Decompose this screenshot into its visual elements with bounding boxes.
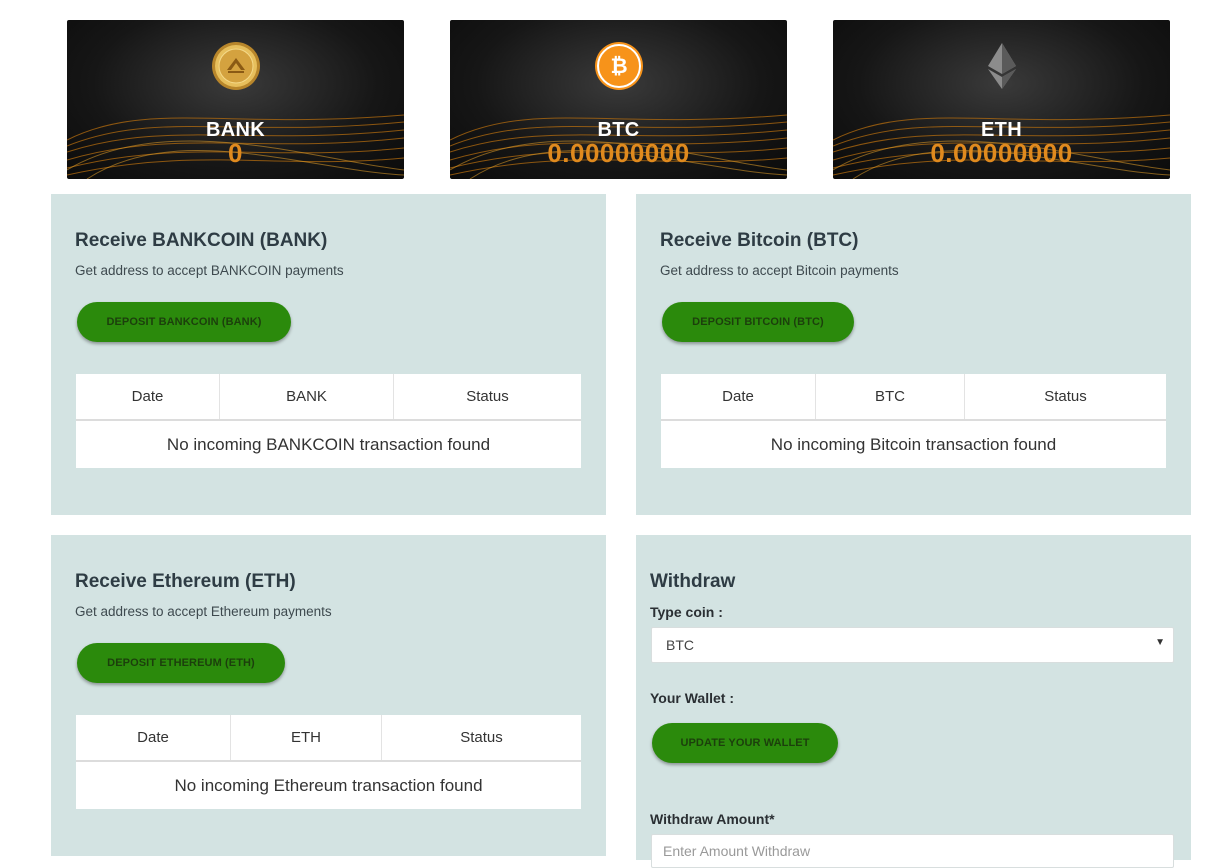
type-coin-label: Type coin : bbox=[650, 604, 723, 620]
deposit-btc-button[interactable]: DEPOSIT BITCOIN (BTC) bbox=[662, 302, 854, 342]
bitcoin-icon: ₿ bbox=[594, 42, 643, 90]
withdraw-amount-input[interactable]: Enter Amount Withdraw bbox=[651, 834, 1174, 868]
empty-state-message: No incoming Bitcoin transaction found bbox=[770, 434, 1057, 454]
table-header-row: Date BANK Status bbox=[76, 374, 581, 421]
column-header-amount: BANK bbox=[219, 374, 394, 421]
btc-transactions-table: Date BTC Status No incoming Bitcoin tran… bbox=[661, 374, 1166, 468]
empty-state-message: No incoming BANKCOIN transaction found bbox=[166, 434, 491, 454]
column-header-amount: BTC bbox=[815, 374, 965, 421]
ethereum-icon bbox=[987, 43, 1016, 89]
column-header-status: Status bbox=[964, 374, 1166, 421]
eth-balance-amount: 0.00000000 bbox=[930, 138, 1073, 168]
btc-balance-amount: 0.00000000 bbox=[547, 138, 690, 168]
column-header-date: Date bbox=[661, 374, 816, 421]
bank-transactions-table: Date BANK Status No incoming BANKCOIN tr… bbox=[76, 374, 581, 468]
table-row: No incoming BANKCOIN transaction found bbox=[76, 420, 581, 468]
column-header-status: Status bbox=[381, 715, 581, 762]
bankcoin-icon bbox=[211, 42, 260, 90]
coin-type-select[interactable]: BTC ▼ bbox=[651, 627, 1174, 663]
eth-balance-card: ETH 0.00000000 bbox=[833, 20, 1170, 179]
empty-state-message: No incoming Ethereum transaction found bbox=[174, 775, 483, 795]
receive-bank-title: Receive BANKCOIN (BANK) bbox=[75, 230, 328, 251]
dropdown-arrow-icon: ▼ bbox=[1155, 637, 1165, 648]
coin-type-selected-value: BTC bbox=[666, 637, 694, 653]
receive-eth-subtitle: Get address to accept Ethereum payments bbox=[75, 604, 332, 619]
withdraw-amount-placeholder: Enter Amount Withdraw bbox=[663, 843, 811, 859]
receive-eth-panel: Receive Ethereum (ETH) Get address to ac… bbox=[51, 535, 606, 856]
deposit-bank-button[interactable]: DEPOSIT BANKCOIN (BANK) bbox=[77, 302, 291, 342]
btc-balance-card: ₿ BTC 0.00000000 bbox=[450, 20, 787, 179]
bank-balance-amount: 0 bbox=[228, 138, 243, 168]
update-wallet-button[interactable]: UPDATE YOUR WALLET bbox=[652, 723, 838, 763]
receive-btc-title: Receive Bitcoin (BTC) bbox=[660, 230, 859, 251]
bank-balance-card: BANK 0 bbox=[67, 20, 404, 179]
withdraw-amount-label: Withdraw Amount* bbox=[650, 811, 775, 827]
receive-bank-subtitle: Get address to accept BANKCOIN payments bbox=[75, 263, 344, 278]
column-header-amount: ETH bbox=[230, 715, 382, 762]
column-header-date: Date bbox=[76, 715, 231, 762]
column-header-status: Status bbox=[393, 374, 581, 421]
table-row: No incoming Bitcoin transaction found bbox=[661, 420, 1166, 468]
eth-transactions-table: Date ETH Status No incoming Ethereum tra… bbox=[76, 715, 581, 809]
receive-btc-subtitle: Get address to accept Bitcoin payments bbox=[660, 263, 899, 278]
receive-bank-panel: Receive BANKCOIN (BANK) Get address to a… bbox=[51, 194, 606, 515]
receive-eth-title: Receive Ethereum (ETH) bbox=[75, 571, 296, 592]
table-header-row: Date BTC Status bbox=[661, 374, 1166, 421]
table-row: No incoming Ethereum transaction found bbox=[76, 761, 581, 809]
deposit-eth-button[interactable]: DEPOSIT ETHEREUM (ETH) bbox=[77, 643, 285, 683]
withdraw-title: Withdraw bbox=[650, 571, 736, 592]
withdraw-panel: Withdraw Type coin : BTC ▼ Your Wallet :… bbox=[636, 535, 1191, 868]
svg-text:₿: ₿ bbox=[610, 54, 627, 78]
column-header-date: Date bbox=[76, 374, 220, 421]
table-header-row: Date ETH Status bbox=[76, 715, 581, 762]
wallet-label: Your Wallet : bbox=[650, 690, 734, 706]
receive-btc-panel: Receive Bitcoin (BTC) Get address to acc… bbox=[636, 194, 1191, 515]
